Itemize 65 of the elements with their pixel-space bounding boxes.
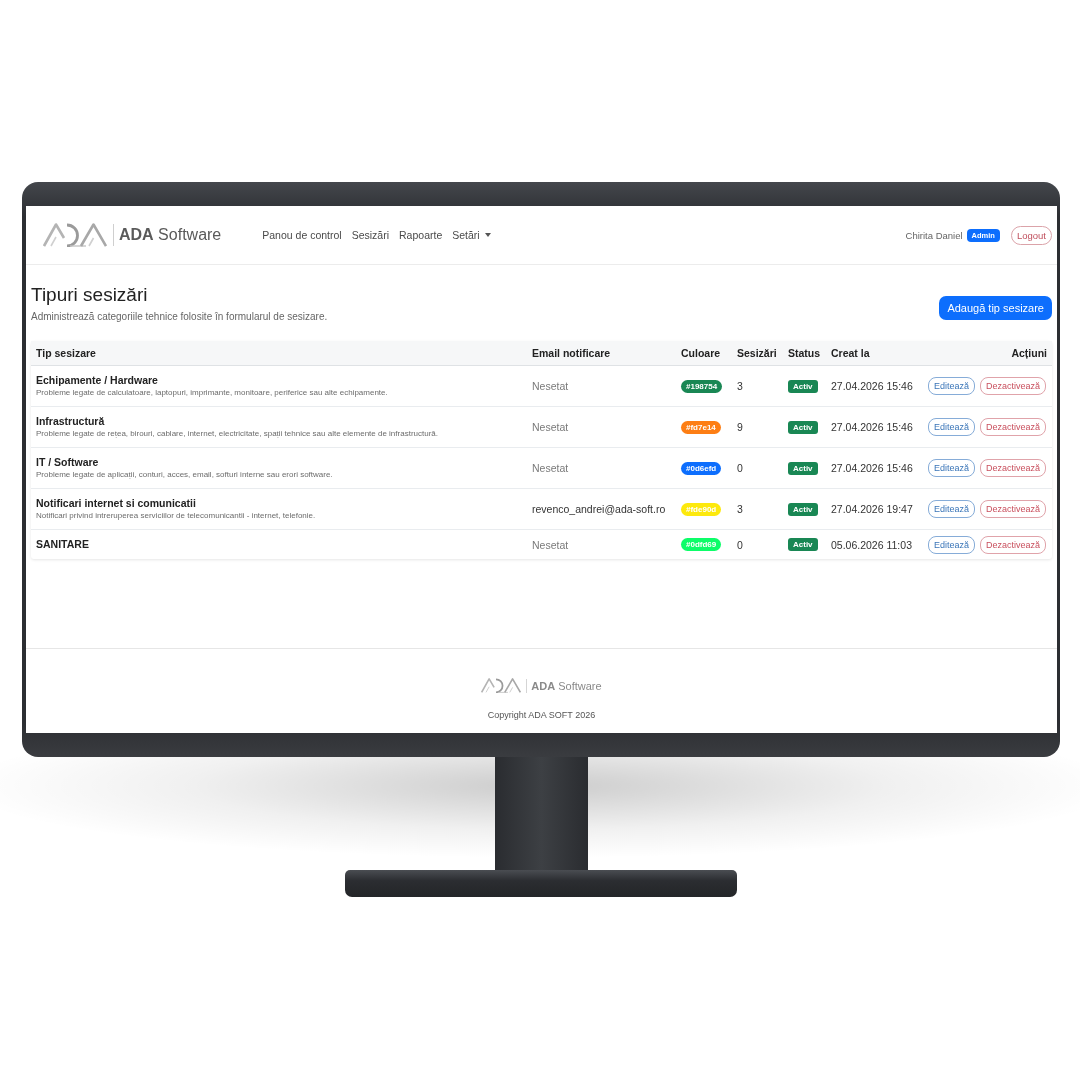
edit-button[interactable]: Editează	[927, 377, 975, 395]
email-cell-text: Nesetat	[531, 538, 570, 551]
color-tag: #fde90d	[681, 502, 722, 516]
count-cell-text: 9	[736, 421, 744, 433]
column-header: Sesizări	[736, 347, 778, 359]
type-name: IT / Software	[36, 456, 100, 469]
date-cell-text: 27.04.2026 15:46	[830, 462, 914, 474]
deactivate-button[interactable]: Dezactivează	[979, 377, 1046, 395]
nav-link[interactable]: Sesizări	[351, 229, 390, 241]
type-name: Echipamente / Hardware	[36, 374, 159, 387]
edit-button[interactable]: Editează	[927, 459, 975, 477]
status-badge: Activ	[788, 538, 818, 551]
brand-name: ADA Software	[119, 226, 222, 244]
email-cell-text: Nesetat	[531, 380, 570, 392]
date-cell-text: 27.04.2026 15:46	[830, 380, 914, 392]
count-cell-text: 3	[736, 503, 744, 515]
deactivate-button[interactable]: Dezactivează	[979, 500, 1046, 518]
deactivate-button[interactable]: Dezactivează	[979, 459, 1046, 477]
deactivate-button[interactable]: Dezactivează	[979, 535, 1046, 554]
type-description: Notificari privind intreruperea serviciilor de telecomunicantii - internet, telefonie.	[36, 511, 317, 521]
footer-brand-name: ADA Software	[531, 679, 602, 692]
count-cell-text: 0	[736, 538, 744, 551]
type-description: Probleme legate de aplicații, conturi, acces, email, softuri interne sau erori software.	[36, 470, 334, 480]
status-badge: Activ	[788, 502, 818, 516]
column-header: Culoare	[680, 347, 722, 359]
column-header: Tip sesizare	[35, 347, 97, 359]
date-cell-text: 27.04.2026 19:47	[830, 503, 914, 515]
nav-link[interactable]: Setări	[452, 229, 491, 241]
column-header: Email notificare	[531, 347, 612, 359]
column-header: Acțiuni	[1010, 347, 1048, 359]
status-badge: Activ	[788, 461, 818, 475]
column-header: Creat la	[830, 347, 871, 359]
copyright-text: Copyright ADA SOFT 2026	[487, 710, 596, 720]
nav-link[interactable]: Panou de control	[262, 229, 342, 241]
email-cell-text: Nesetat	[531, 421, 570, 433]
status-badge: Activ	[788, 420, 818, 434]
type-name: SANITARE	[36, 538, 90, 551]
page-subtitle: Administrează categoriile tehnice folosite în formularul de sesizare.	[31, 311, 328, 322]
nav-link[interactable]: Rapoarte	[399, 229, 443, 241]
date-cell-text: 27.04.2026 15:46	[830, 421, 914, 433]
email-cell-text: Nesetat	[531, 462, 570, 474]
logo-icon	[43, 223, 107, 247]
deactivate-button[interactable]: Dezactivează	[979, 418, 1046, 436]
column-header: Status	[787, 347, 822, 359]
email-cell-text: revenco_andrei@ada-soft.ro	[531, 503, 667, 515]
type-name: Notificari internet si comunicatii	[36, 497, 197, 510]
color-tag: #198754	[681, 379, 723, 393]
edit-button[interactable]: Editează	[927, 535, 975, 554]
color-tag: #0dfd69	[681, 538, 722, 551]
user-name: Chirita Daniel	[905, 229, 963, 241]
type-description: Probleme legate de calculatoare, laptopuri, imprimante, monitoare, periferice sau alte echipamente.	[36, 388, 389, 398]
color-tag: #0d6efd	[681, 461, 722, 475]
add-type-button[interactable]: Adaugă tip sesizare	[939, 296, 1052, 320]
type-description: Probleme legate de rețea, birouri, cablare, internet, electricitate, spații tehnice sau alte elemente de infrastructură.	[36, 429, 439, 439]
status-badge: Activ	[788, 379, 818, 393]
color-tag: #fd7e14	[681, 420, 721, 434]
logo-icon	[481, 678, 522, 693]
type-name: Infrastructură	[36, 415, 106, 428]
logout-button[interactable]: Logout	[1010, 225, 1052, 245]
edit-button[interactable]: Editează	[927, 418, 975, 436]
page-title: Tipuri sesizări	[31, 284, 149, 306]
date-cell-text: 05.06.2026 11:03	[830, 538, 913, 551]
count-cell-text: 0	[736, 462, 744, 474]
count-cell-text: 3	[736, 380, 744, 392]
edit-button[interactable]: Editează	[927, 500, 975, 518]
